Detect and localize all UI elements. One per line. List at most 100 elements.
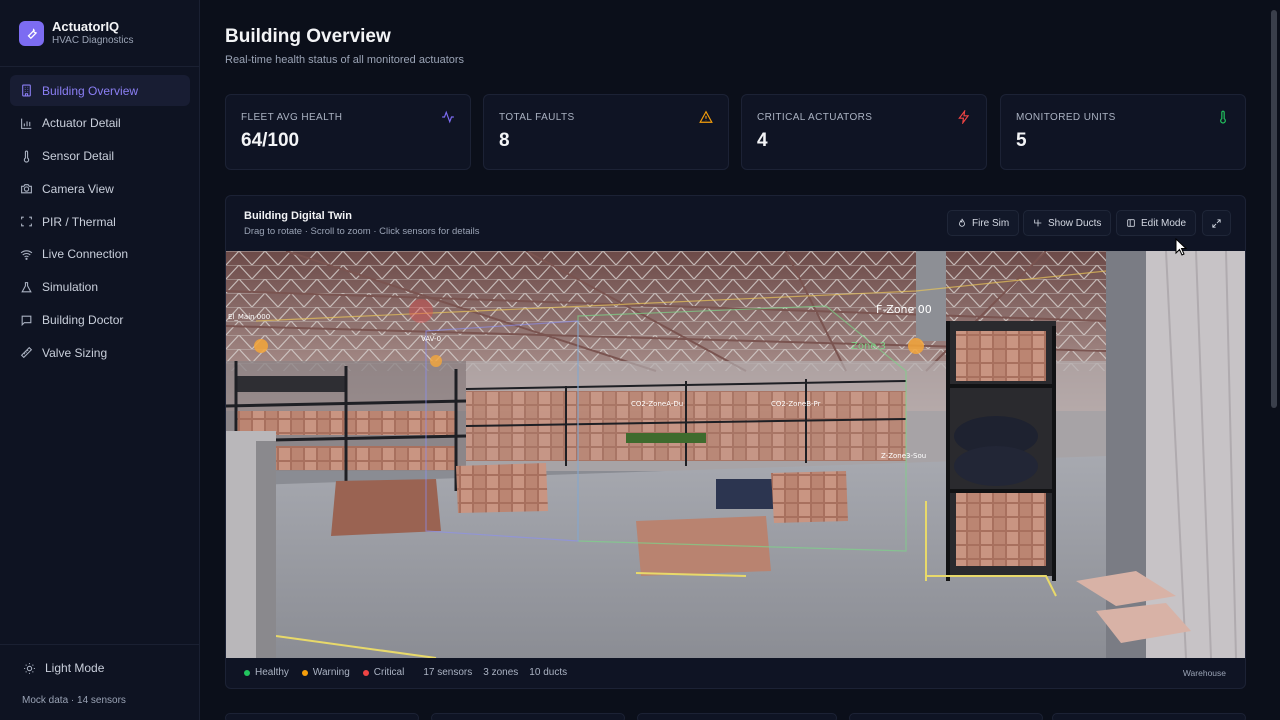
edit-box-icon: [1127, 219, 1135, 227]
data-source-status: Mock data · 14 sensors: [22, 695, 126, 706]
fullscreen-button[interactable]: [1202, 210, 1231, 236]
legend-label: Warning: [312, 667, 350, 678]
stat-card-monitored-units: MONITORED UNITS 5: [1000, 94, 1246, 170]
sun-icon: [22, 661, 36, 675]
sidebar-nav: Building Overview Actuator Detail Sensor…: [10, 75, 190, 370]
panel-title: Building Digital Twin: [244, 210, 352, 222]
duct-count: 10 ducts: [529, 667, 568, 678]
legend-item-critical: Critical: [362, 667, 405, 678]
status-dot: [362, 669, 369, 676]
stat-label: TOTAL FAULTS: [499, 112, 575, 123]
sidebar-item-simulation[interactable]: Simulation: [10, 272, 190, 303]
sidebar-item-sensor-detail[interactable]: Sensor Detail: [10, 141, 190, 172]
flask-icon: [19, 280, 33, 294]
status-dot: [244, 669, 250, 676]
sidebar-item-label: Camera View: [42, 181, 114, 196]
wifi-icon: [19, 247, 33, 261]
warning-icon: [699, 110, 713, 123]
stat-label: FLEET AVG HEALTH: [241, 112, 343, 123]
sensor-label[interactable]: F-Zone 00: [876, 303, 932, 316]
flame-icon: [959, 218, 965, 227]
sidebar-item-label: Sensor Detail: [42, 149, 115, 164]
sensor-label[interactable]: CO2-ZoneB-Pr: [771, 400, 821, 408]
legend-item-warning: Warning: [301, 667, 350, 678]
zap-icon: [958, 110, 970, 124]
sidebar-item-label: Live Connection: [42, 247, 129, 262]
panel-hint: Drag to rotate · Scroll to zoom · Click …: [244, 226, 480, 237]
sensor-label[interactable]: VAV-0: [421, 335, 441, 343]
legend-item-healthy: Healthy: [244, 667, 289, 678]
card-peek: [225, 713, 419, 720]
sidebar-item-building-overview[interactable]: Building Overview: [10, 75, 190, 106]
3d-viewport[interactable]: El_Main 000 VAV-0 CO2-ZoneA-Du CO2-ZoneB…: [226, 251, 1245, 658]
sidebar-item-label: Actuator Detail: [42, 116, 121, 131]
sidebar: ActuatorIQ HVAC Diagnostics Building Ove…: [0, 0, 200, 720]
sensor-count: 17 sensors: [423, 667, 473, 678]
ducts-icon: [1034, 219, 1042, 227]
sensor-label[interactable]: El_Main 000: [228, 313, 270, 321]
edit-mode-label: Edit Mode: [1141, 217, 1187, 229]
sensor-label[interactable]: CO2-ZoneA-Du: [631, 400, 683, 408]
sidebar-item-actuator-detail[interactable]: Actuator Detail: [10, 108, 190, 139]
divider: [0, 66, 199, 67]
sensor-label[interactable]: Z-Zone3-Sou: [881, 452, 926, 460]
sidebar-item-building-doctor[interactable]: Building Doctor: [10, 305, 190, 336]
sidebar-item-label: Valve Sizing: [42, 345, 108, 360]
page-title: Building Overview: [225, 26, 391, 47]
scrollbar-thumb[interactable]: [1271, 10, 1277, 408]
stat-card-total-faults: TOTAL FAULTS 8: [483, 94, 729, 170]
building-icon: [19, 84, 33, 98]
sidebar-item-pir-thermal[interactable]: PIR / Thermal: [10, 206, 190, 237]
stat-label: MONITORED UNITS: [1016, 112, 1116, 123]
legend-label: Critical: [373, 667, 405, 678]
warehouse-scene: El_Main 000 VAV-0 CO2-ZoneA-Du CO2-ZoneB…: [226, 251, 1245, 658]
sidebar-item-label: Building Doctor: [42, 313, 124, 328]
ruler-icon: [19, 346, 33, 360]
twin-legend: Healthy Warning Critical 17 sensors 3 zo…: [244, 667, 578, 678]
card-peek: [849, 713, 1043, 720]
stat-label: CRITICAL ACTUATORS: [757, 112, 873, 123]
brand[interactable]: ActuatorIQ HVAC Diagnostics: [19, 19, 134, 47]
scene-name: Warehouse: [1182, 668, 1226, 678]
stat-card-critical-actuators: CRITICAL ACTUATORS 4: [741, 94, 987, 170]
bar-chart-icon: [19, 116, 33, 130]
app-name: ActuatorIQ: [52, 19, 120, 34]
card-peek: [431, 713, 625, 720]
status-dot: [301, 669, 308, 676]
card-peek: [637, 713, 837, 720]
sidebar-item-label: PIR / Thermal: [42, 214, 116, 229]
card-peek: [1052, 713, 1246, 720]
sidebar-item-label: Building Overview: [42, 83, 139, 98]
light-mode-label: Light Mode: [45, 661, 105, 675]
thermometer-icon: [19, 149, 33, 163]
stat-value: 5: [1016, 130, 1027, 151]
sidebar-item-camera-view[interactable]: Camera View: [10, 173, 190, 204]
page-scrollbar[interactable]: [1269, 0, 1279, 720]
sidebar-item-label: Simulation: [42, 280, 99, 295]
light-mode-toggle[interactable]: Light Mode: [22, 661, 104, 675]
message-icon: [19, 313, 33, 327]
sidebar-item-valve-sizing[interactable]: Valve Sizing: [10, 337, 190, 368]
fire-sim-label: Fire Sim: [972, 217, 1010, 229]
activity-icon: [442, 110, 454, 124]
app-subtitle: HVAC Diagnostics: [52, 35, 134, 46]
stat-value: 64/100: [241, 130, 300, 151]
zone-count: 3 zones: [483, 667, 519, 678]
stat-value: 4: [757, 130, 768, 151]
thermometer-icon: [1220, 110, 1226, 124]
page-subtitle: Real-time health status of all monitored…: [225, 54, 465, 66]
sidebar-item-live-connection[interactable]: Live Connection: [10, 239, 190, 270]
legend-label: Healthy: [255, 667, 289, 678]
camera-icon: [19, 182, 33, 196]
edit-mode-button[interactable]: Edit Mode: [1116, 210, 1197, 236]
wrench-logo-icon: [19, 20, 44, 46]
stat-value: 8: [499, 130, 510, 151]
stat-card-fleet-health: FLEET AVG HEALTH 64/100: [225, 94, 471, 170]
show-ducts-button[interactable]: Show Ducts: [1023, 210, 1112, 236]
mouse-cursor-icon: [1175, 238, 1187, 256]
digital-twin-panel: Building Digital Twin Drag to rotate · S…: [225, 195, 1246, 689]
scan-icon: [19, 215, 33, 229]
show-ducts-label: Show Ducts: [1048, 217, 1102, 229]
sensor-label[interactable]: Zone 3: [851, 341, 886, 352]
fire-sim-button[interactable]: Fire Sim: [947, 210, 1020, 236]
